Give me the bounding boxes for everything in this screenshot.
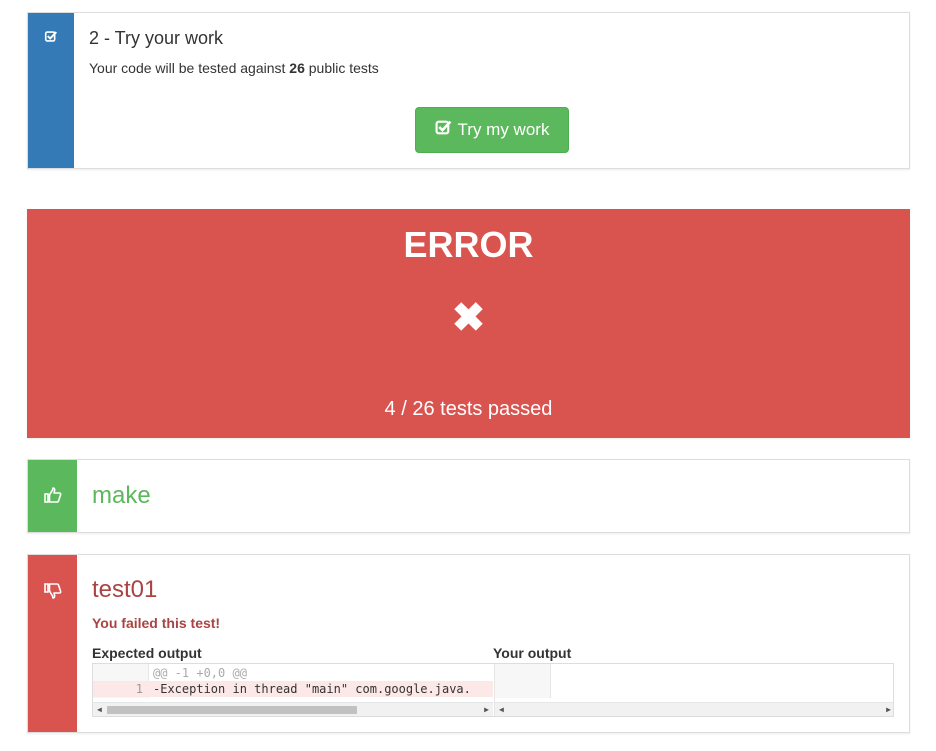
test-pass-stripe: [28, 460, 77, 532]
diff-gutter: [495, 664, 551, 698]
test-name: make: [92, 482, 151, 509]
try-work-title: 2 - Try your work: [89, 28, 224, 48]
expected-output-pane: @@ -1 +0,0 @@ 1 -Exception in thread "ma…: [93, 664, 493, 716]
diff-hunk-header: @@ -1 +0,0 @@: [153, 666, 247, 680]
public-test-count: 26: [289, 60, 305, 76]
scroll-left-icon[interactable]: ◀: [97, 703, 102, 716]
scroll-right-icon[interactable]: ▶: [484, 703, 489, 716]
try-work-stripe: [28, 13, 74, 168]
your-output-scrollbar[interactable]: ◀ ▶: [495, 702, 893, 716]
check-square-icon: [435, 119, 452, 141]
test-result-test01: test01 You failed this test! Expected ou…: [27, 554, 910, 733]
result-status: ERROR: [403, 224, 534, 265]
output-diff-viewer: @@ -1 +0,0 @@ 1 -Exception in thread "ma…: [92, 663, 894, 717]
test-fail-message: You failed this test!: [92, 615, 221, 631]
try-work-description: Your code will be tested against 26 publ…: [89, 60, 379, 76]
your-output-pane: ◀ ▶: [494, 664, 893, 716]
check-square-icon: [44, 30, 58, 46]
thumbs-down-icon: [43, 583, 62, 602]
expected-output-heading: Expected output: [92, 645, 202, 661]
result-banner: ERROR ✖ 4 / 26 tests passed: [27, 209, 910, 438]
test-name: test01: [92, 576, 158, 603]
thumbs-up-icon: [43, 487, 62, 506]
scroll-left-icon[interactable]: ◀: [499, 703, 504, 716]
your-output-heading: Your output: [493, 645, 572, 661]
test-fail-stripe: [28, 555, 77, 732]
try-work-panel: 2 - Try your work Your code will be test…: [27, 12, 910, 169]
close-icon: ✖: [451, 296, 486, 340]
try-my-work-label: Try my work: [457, 120, 550, 139]
tests-passed-summary: 4 / 26 tests passed: [384, 398, 553, 420]
try-my-work-button[interactable]: Try my work: [415, 107, 569, 153]
scrollbar-thumb[interactable]: [107, 706, 357, 714]
diff-deleted-line: -Exception in thread "main" com.google.j…: [153, 682, 471, 696]
scroll-right-icon[interactable]: ▶: [886, 703, 891, 716]
expected-output-scrollbar[interactable]: ◀ ▶: [93, 702, 493, 716]
diff-line-number: 1: [135, 682, 143, 696]
test-result-make: make: [27, 459, 910, 533]
